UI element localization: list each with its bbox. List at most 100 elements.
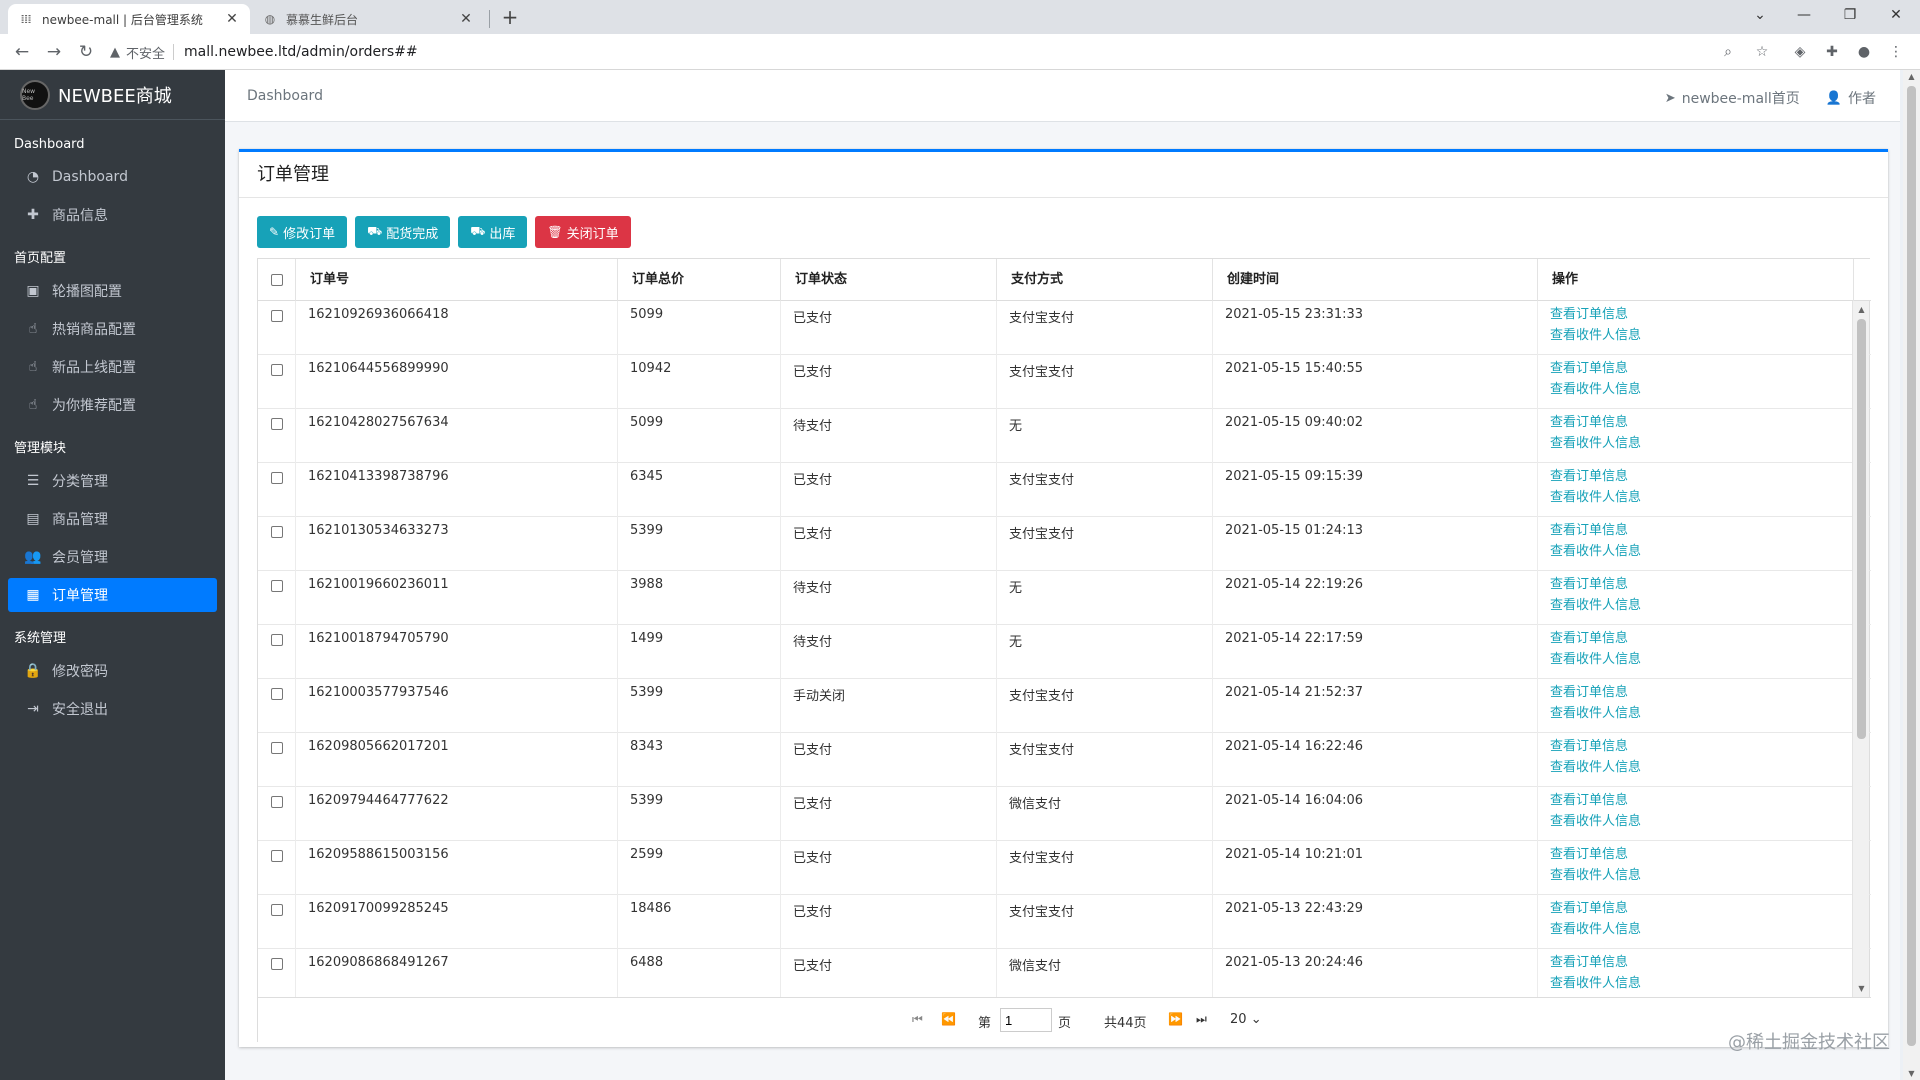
row-checkbox[interactable] [271,796,283,808]
url-field[interactable]: ▲ 不安全 mall.newbee.ltd/admin/orders## [110,38,1810,66]
table-row[interactable]: 16210644556899990 10942 已支付 支付宝支付 2021-05-15… [258,355,1871,409]
view-order-link[interactable]: 查看订单信息 [1550,898,1853,919]
view-order-link[interactable]: 查看订单信息 [1550,628,1853,649]
view-receiver-link[interactable]: 查看收件人信息 [1550,379,1853,400]
puzzle-icon[interactable]: ✚ [1822,42,1842,62]
sidebar-item-users[interactable]: 👥 会员管理 [8,540,217,574]
row-checkbox[interactable] [271,634,283,646]
view-order-link[interactable]: 查看订单信息 [1550,682,1853,703]
sidebar-item-password[interactable]: 🔒 修改密码 [8,654,217,688]
extension-icon[interactable]: ◈ [1790,42,1810,62]
table-row[interactable]: 16210018794705790 1499 待支付无 2021-05-14 22:1… [258,625,1871,679]
close-tab-icon[interactable]: ✕ [224,11,240,27]
page-number-input[interactable] [1000,1008,1052,1032]
row-checkbox[interactable] [271,472,283,484]
row-checkbox[interactable] [271,418,283,430]
page-scrollbar[interactable]: ▲ ▼ [1903,70,1920,1080]
header-create-time[interactable]: 创建时间 [1213,259,1538,301]
view-order-link[interactable]: 查看订单信息 [1550,304,1853,325]
view-order-link[interactable]: 查看订单信息 [1550,520,1853,541]
row-checkbox[interactable] [271,364,283,376]
sidebar-item-new-goods[interactable]: ☝ 新品上线配置 [8,350,217,384]
brand[interactable]: New Bee NEWBEE商城 [0,70,225,120]
table-row[interactable]: 16210413398738796 6345 已支付 支付宝支付 2021-05-15 … [258,463,1871,517]
scroll-up-icon[interactable]: ▲ [1903,72,1920,81]
row-checkbox[interactable] [271,688,283,700]
view-receiver-link[interactable]: 查看收件人信息 [1550,757,1853,778]
table-row[interactable]: 16209805662017201 8343 已支付 支付宝支付 2021-05-14 … [258,733,1871,787]
forward-icon[interactable]: → [42,40,66,64]
home-link[interactable]: ➤ newbee-mall首页 [1665,88,1800,108]
view-order-link[interactable]: 查看订单信息 [1550,358,1853,379]
view-order-link[interactable]: 查看订单信息 [1550,466,1853,487]
table-row[interactable]: 16210926936066418 5099 已支付 支付宝支付 2021-05-15 … [258,301,1871,355]
next-page-icon[interactable]: ⏩ [1168,1012,1183,1026]
ship-out-button[interactable]: ⛟ 出库 [458,216,528,248]
page-size-select[interactable]: 20 ⌄ [1230,1012,1262,1027]
table-scrollbar[interactable]: ▲ ▼ [1852,301,1869,997]
sidebar-item-dashboard[interactable]: ◔ Dashboard [8,160,217,194]
close-tab-icon[interactable]: ✕ [458,11,474,27]
header-status[interactable]: 订单状态 [781,259,997,301]
first-page-icon[interactable]: ⏮ [912,1012,923,1027]
row-checkbox[interactable] [271,526,283,538]
sidebar-item-recommend[interactable]: ☝ 为你推荐配置 [8,388,217,422]
view-order-link[interactable]: 查看订单信息 [1550,736,1853,757]
row-checkbox[interactable] [271,850,283,862]
author-link[interactable]: 👤 作者 [1826,88,1876,108]
view-receiver-link[interactable]: 查看收件人信息 [1550,541,1853,562]
view-receiver-link[interactable]: 查看收件人信息 [1550,433,1853,454]
back-icon[interactable]: ← [10,40,34,64]
view-order-link[interactable]: 查看订单信息 [1550,844,1853,865]
row-checkbox[interactable] [271,742,283,754]
table-row[interactable]: 16210003577937546 5399 手动关闭 支付宝支付 2021-05-14… [258,679,1871,733]
sidebar-item-goods-info[interactable]: ✚ 商品信息 [8,198,217,232]
view-order-link[interactable]: 查看订单信息 [1550,412,1853,433]
sidebar-item-goods[interactable]: ▤ 商品管理 [8,502,217,536]
row-checkbox[interactable] [271,310,283,322]
table-row[interactable]: 16209086868491267 6488 已支付 微信支付 2021-05-13 2… [258,949,1871,997]
sidebar-item-logout[interactable]: ⇥ 安全退出 [8,692,217,726]
sidebar-item-carousel[interactable]: ▣ 轮播图配置 [8,274,217,308]
view-receiver-link[interactable]: 查看收件人信息 [1550,973,1853,994]
header-order-no[interactable]: 订单号 [296,259,618,301]
scrollbar-thumb[interactable] [1857,319,1866,739]
table-row[interactable]: 16210428027567634 5099 待支付无 2021-05-15 09:4… [258,409,1871,463]
view-receiver-link[interactable]: 查看收件人信息 [1550,865,1853,886]
zoom-icon[interactable]: ⌕ [1718,42,1738,62]
breadcrumb[interactable]: Dashboard [247,88,323,104]
sidebar-item-orders[interactable]: ▦ 订单管理 [8,578,217,612]
scroll-up-icon[interactable]: ▲ [1853,305,1870,314]
scroll-down-icon[interactable]: ▼ [1903,1069,1920,1078]
view-order-link[interactable]: 查看订单信息 [1550,790,1853,811]
menu-icon[interactable]: ⋮ [1886,42,1906,62]
table-row[interactable]: 16210130534633273 5399 已支付 支付宝支付 2021-05-15 … [258,517,1871,571]
profile-icon[interactable]: ● [1854,42,1874,62]
delivery-done-button[interactable]: ⛟ 配货完成 [355,216,451,248]
table-row[interactable]: 16210019660236011 3988 待支付无 2021-05-14 22:1… [258,571,1871,625]
close-window-button[interactable]: ✕ [1876,0,1916,30]
sidebar-item-hot-goods[interactable]: ☝ 热销商品配置 [8,312,217,346]
row-checkbox[interactable] [271,904,283,916]
row-checkbox[interactable] [271,580,283,592]
browser-tab-inactive[interactable]: ◍ 慕慕生鲜后台 ✕ [252,4,484,34]
row-checkbox[interactable] [271,958,283,970]
new-tab-button[interactable]: + [498,6,522,30]
view-receiver-link[interactable]: 查看收件人信息 [1550,325,1853,346]
prev-page-icon[interactable]: ⏪ [941,1012,956,1026]
last-page-icon[interactable]: ⏭ [1196,1012,1207,1027]
view-order-link[interactable]: 查看订单信息 [1550,574,1853,595]
table-row[interactable]: 16209794464777622 5399 已支付 微信支付 2021-05-14 1… [258,787,1871,841]
table-row[interactable]: 16209170099285245 18486 已支付 支付宝支付 2021-05-13… [258,895,1871,949]
view-receiver-link[interactable]: 查看收件人信息 [1550,649,1853,670]
tab-search-icon[interactable]: ⌄ [1740,0,1780,30]
view-receiver-link[interactable]: 查看收件人信息 [1550,703,1853,724]
header-total[interactable]: 订单总价 [618,259,781,301]
star-icon[interactable]: ☆ [1752,42,1772,62]
view-receiver-link[interactable]: 查看收件人信息 [1550,487,1853,508]
browser-tab-active[interactable]: 𝍖 newbee-mall | 后台管理系统 ✕ [8,4,250,34]
sidebar-item-category[interactable]: ☰ 分类管理 [8,464,217,498]
close-order-button[interactable]: 🗑 关闭订单 [535,216,631,248]
reload-icon[interactable]: ↻ [74,40,98,64]
edit-order-button[interactable]: ✎ 修改订单 [257,216,348,248]
